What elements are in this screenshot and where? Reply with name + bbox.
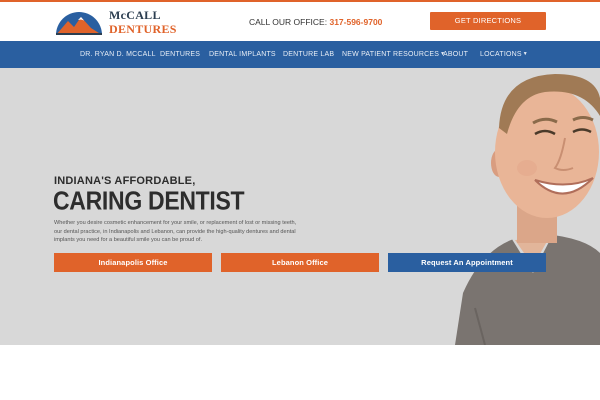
logo-wordmark: McCALL DENTURES bbox=[109, 9, 177, 35]
page-content-area bbox=[0, 345, 600, 400]
nav-label: DENTURE LAB bbox=[283, 51, 335, 58]
nav-item-dentures[interactable]: DENTURES bbox=[160, 41, 200, 68]
caret-down-icon: ▼ bbox=[522, 51, 528, 57]
hero-headline: CARING DENTIST bbox=[53, 186, 245, 216]
nav-label: DENTAL IMPLANTS bbox=[209, 51, 276, 58]
lebanon-office-button[interactable]: Lebanon Office bbox=[221, 253, 379, 272]
nav-label: LOCATIONS bbox=[480, 51, 522, 58]
site-header: McCALL DENTURES CALL OUR OFFICE: 317-596… bbox=[0, 2, 600, 41]
nav-item-locations[interactable]: LOCATIONS▼ bbox=[480, 41, 528, 68]
logo-line-dentures: DENTURES bbox=[109, 22, 177, 36]
nav-label: DR. RYAN D. MCCALL bbox=[80, 51, 156, 58]
phone-link[interactable]: 317-596-9700 bbox=[329, 17, 382, 27]
mountain-logo-icon bbox=[56, 12, 102, 35]
hero-description: Whether you desire cosmetic enhancement … bbox=[54, 220, 297, 244]
call-office: CALL OUR OFFICE: 317-596-9700 bbox=[249, 17, 382, 27]
site-logo[interactable]: McCALL DENTURES bbox=[54, 8, 177, 38]
request-appointment-button[interactable]: Request An Appointment bbox=[388, 253, 546, 272]
nav-item-denture-lab[interactable]: DENTURE LAB bbox=[283, 41, 334, 68]
main-nav: DR. RYAN D. MCCALL DENTURES DENTAL IMPLA… bbox=[0, 41, 600, 68]
hero-banner: INDIANA'S AFFORDABLE, CARING DENTIST Whe… bbox=[0, 68, 600, 345]
nav-item-dr-mccall[interactable]: DR. RYAN D. MCCALL bbox=[80, 41, 156, 68]
dentist-portrait-image bbox=[455, 74, 600, 345]
nav-label: DENTURES bbox=[160, 51, 201, 58]
get-directions-button[interactable]: GET DIRECTIONS bbox=[430, 12, 546, 30]
nav-item-new-patient-resources[interactable]: NEW PATIENT RESOURCES▼ bbox=[342, 41, 445, 68]
nav-label: NEW PATIENT RESOURCES bbox=[342, 51, 440, 58]
nav-item-about[interactable]: ABOUT bbox=[443, 41, 468, 68]
logo-line-name: McCALL bbox=[109, 8, 161, 22]
call-label: CALL OUR OFFICE: bbox=[249, 17, 328, 27]
indianapolis-office-button[interactable]: Indianapolis Office bbox=[54, 253, 212, 272]
nav-label: ABOUT bbox=[443, 51, 469, 58]
nav-item-dental-implants[interactable]: DENTAL IMPLANTS bbox=[209, 41, 276, 68]
